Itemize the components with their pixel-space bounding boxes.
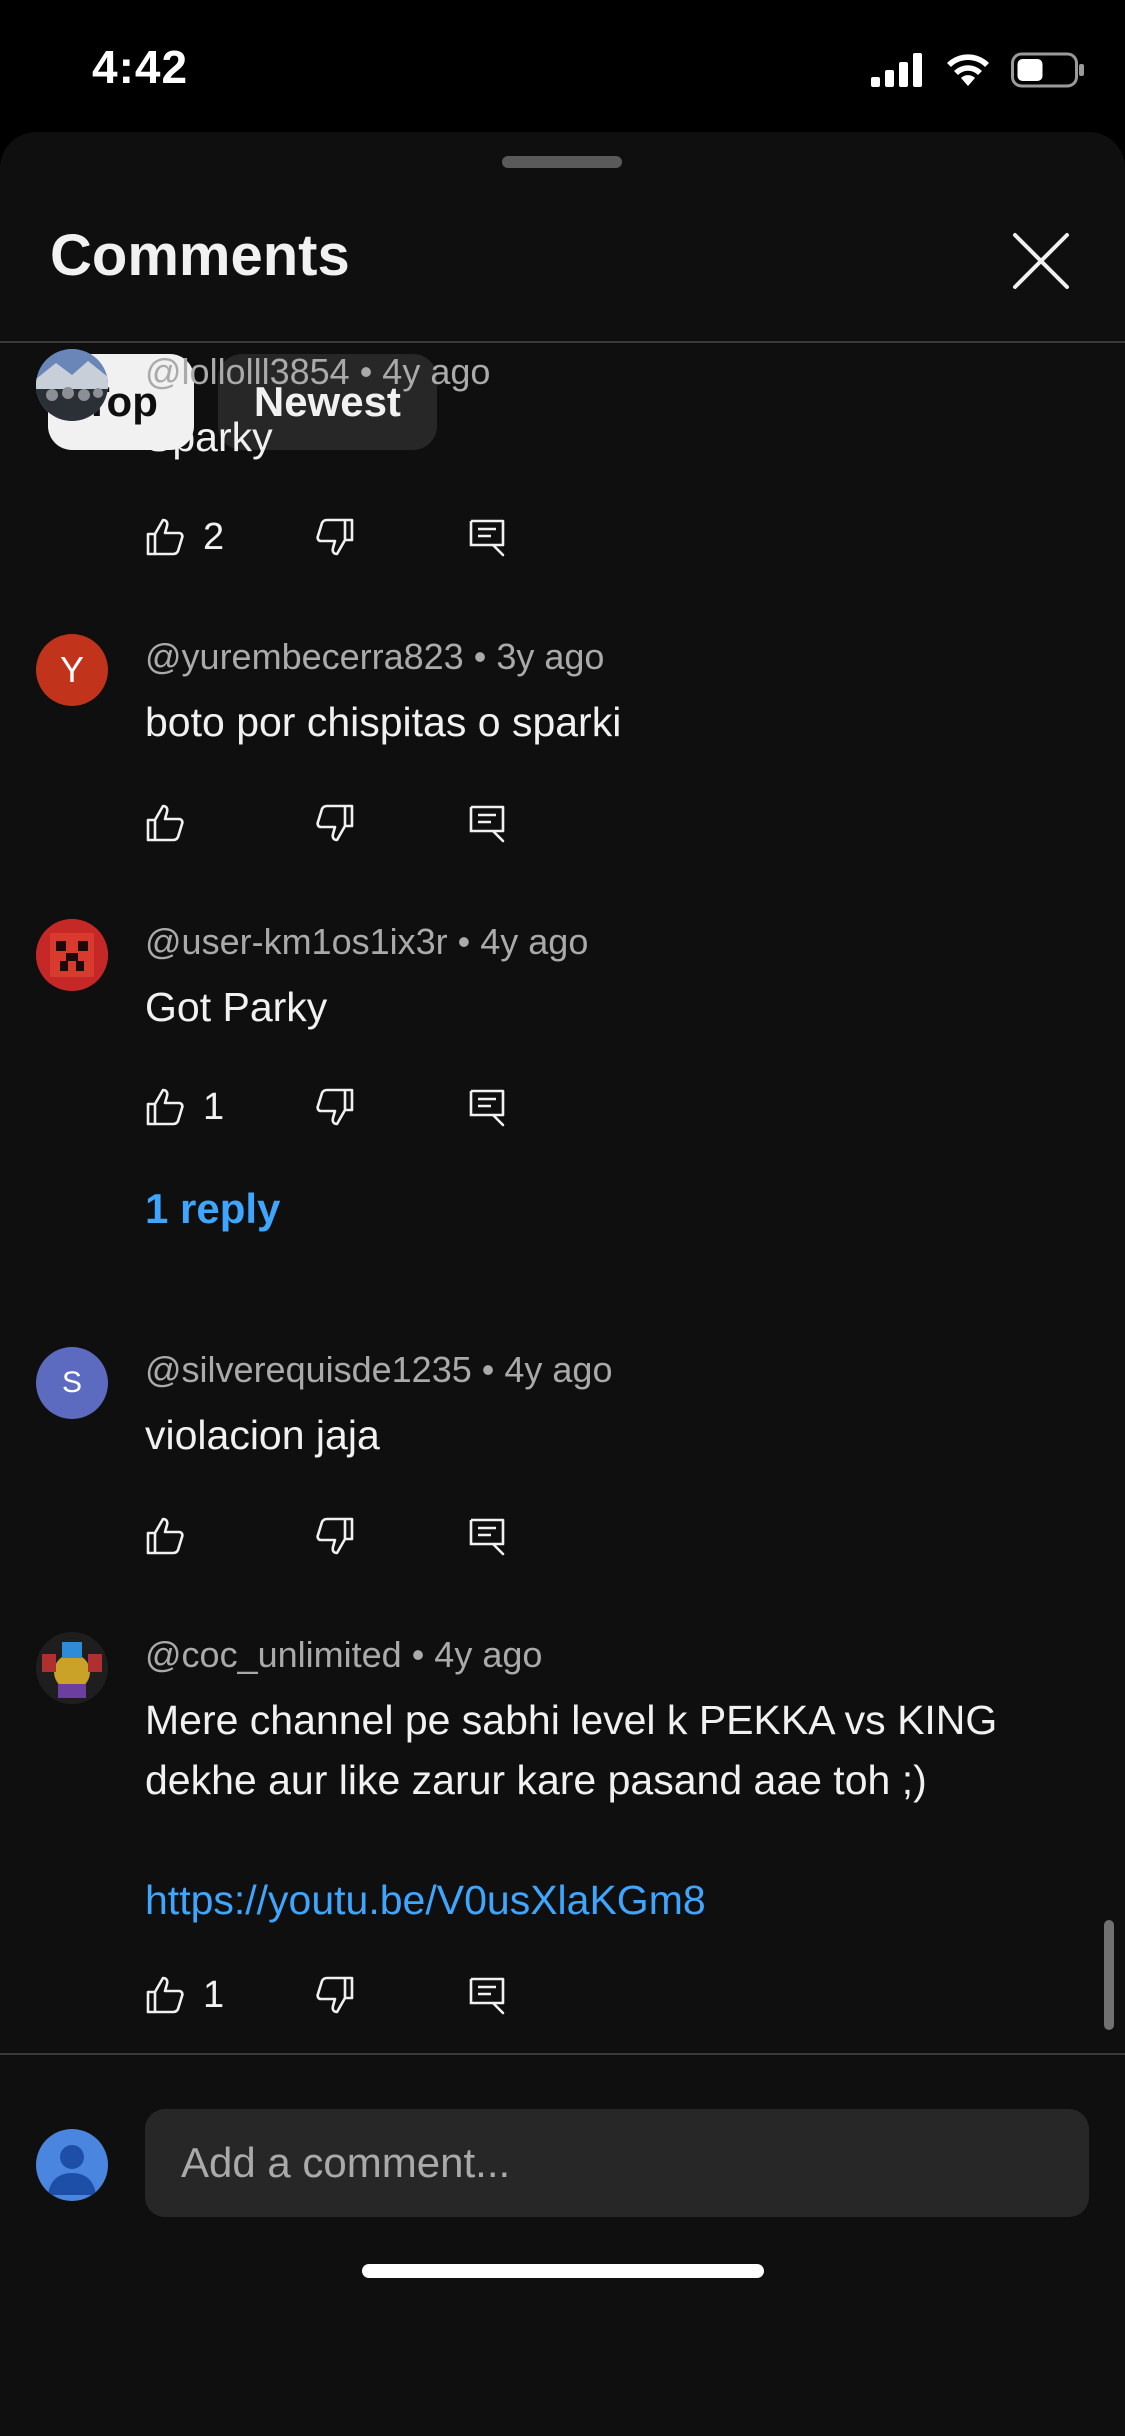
comment-author[interactable]: @yurembecerra823 <box>145 636 464 677</box>
close-button[interactable] <box>1006 226 1076 296</box>
status-bar: 4:42 <box>0 0 1125 130</box>
thumb-up-icon <box>146 1976 184 2014</box>
avatar-image-icon <box>36 349 108 421</box>
comment-link[interactable]: https://youtu.be/V0usXlaKGm8 <box>145 1870 1065 1930</box>
scrollbar[interactable] <box>1104 1920 1114 2030</box>
comment-reply-icon <box>469 1977 505 2015</box>
dislike-button[interactable] <box>315 1967 355 2023</box>
home-indicator <box>362 2264 764 2278</box>
reply-button[interactable] <box>467 795 507 851</box>
comment-text: Mere channel pe sabhi level k PEKKA vs K… <box>145 1697 998 1803</box>
comment-meta: @user-km1os1ix3r • 4y ago <box>145 921 588 963</box>
comment-reply-icon <box>469 519 505 557</box>
thumb-up-icon <box>146 518 184 556</box>
battery-icon <box>1011 52 1084 88</box>
drag-handle[interactable] <box>502 156 622 168</box>
dislike-button[interactable] <box>315 1079 355 1135</box>
user-avatar <box>36 2129 108 2201</box>
comment-author[interactable]: @coc_unlimited <box>145 1634 402 1675</box>
comment-text: boto por chispitas o sparki <box>145 699 622 745</box>
thumb-down-icon <box>316 518 354 556</box>
comment-author[interactable]: @lollolll3854 <box>145 351 350 392</box>
comment-meta: @silverequisde1235 • 4y ago <box>145 1349 612 1391</box>
reply-button[interactable] <box>467 1508 507 1564</box>
wifi-icon <box>947 54 989 86</box>
comment-text: Sparky <box>145 414 273 460</box>
sheet-title: Comments <box>50 223 350 288</box>
close-icon <box>1013 233 1069 289</box>
like-count: 1 <box>203 1973 225 2016</box>
comment-meta: @lollolll3854 • 4y ago <box>145 351 490 393</box>
avatar-letter: Y <box>59 649 84 690</box>
reply-button[interactable] <box>467 509 507 565</box>
thumb-up-icon <box>146 1517 184 1555</box>
comment-list: @lollolll3854 • 4y ago Sparky 2 Y @yurem… <box>0 343 1125 2053</box>
meta-separator: • <box>411 1634 435 1675</box>
comment-actions: 1 <box>145 1079 545 1135</box>
status-time: 4:42 <box>92 41 189 93</box>
dislike-button[interactable] <box>315 795 355 851</box>
like-button[interactable]: 1 <box>145 1079 224 1135</box>
comment-age: 4y ago <box>504 1349 613 1390</box>
comment-meta: @yurembecerra823 • 3y ago <box>145 636 604 678</box>
comment-reply-icon <box>469 805 505 843</box>
comment-author[interactable]: @silverequisde1235 <box>145 1349 472 1390</box>
thumb-down-icon <box>316 1976 354 2014</box>
meta-separator: • <box>473 636 497 677</box>
comment-text: violacion jaja <box>145 1412 380 1458</box>
comment-actions <box>145 1508 545 1564</box>
comment-meta: @coc_unlimited • 4y ago <box>145 1634 542 1676</box>
thumb-down-icon <box>316 1517 354 1555</box>
view-replies-link[interactable]: 1 reply <box>145 1185 280 1233</box>
thumb-up-icon <box>146 1088 184 1126</box>
avatar[interactable]: S <box>36 1347 108 1419</box>
dislike-button[interactable] <box>315 509 355 565</box>
comment-age: 4y ago <box>480 921 589 962</box>
cellular-signal-icon <box>871 53 922 87</box>
dislike-button[interactable] <box>315 1508 355 1564</box>
avatar-image-icon <box>36 1632 108 1704</box>
reply-button[interactable] <box>467 1079 507 1135</box>
comment-author[interactable]: @user-km1os1ix3r <box>145 921 448 962</box>
avatar-letter: S <box>61 1366 82 1399</box>
comment-actions <box>145 795 545 851</box>
meta-separator: • <box>457 921 481 962</box>
avatar-image-icon <box>36 919 108 991</box>
thumb-down-icon <box>316 804 354 842</box>
avatar[interactable] <box>36 349 108 421</box>
status-icons <box>871 48 1085 92</box>
comment-text: Got Parky <box>145 984 328 1030</box>
meta-separator: • <box>359 351 383 392</box>
like-count: 1 <box>203 1085 225 1128</box>
thumb-down-icon <box>316 1088 354 1126</box>
comment-actions: 2 <box>145 509 545 565</box>
thumb-up-icon <box>146 804 184 842</box>
like-button[interactable] <box>145 1508 185 1564</box>
avatar[interactable] <box>36 1632 108 1704</box>
reply-button[interactable] <box>467 1967 507 2023</box>
comment-age: 3y ago <box>496 636 605 677</box>
comment-age: 4y ago <box>434 1634 543 1675</box>
meta-separator: • <box>481 1349 505 1390</box>
comment-age: 4y ago <box>382 351 491 392</box>
like-button[interactable]: 1 <box>145 1967 224 2023</box>
avatar[interactable] <box>36 919 108 991</box>
comment-reply-icon <box>469 1518 505 1556</box>
comment-input[interactable] <box>145 2109 1089 2217</box>
like-button[interactable]: 2 <box>145 509 224 565</box>
avatar[interactable]: Y <box>36 634 108 706</box>
person-icon <box>48 2145 96 2195</box>
like-count: 2 <box>203 515 225 558</box>
like-button[interactable] <box>145 795 185 851</box>
comment-reply-icon <box>469 1089 505 1127</box>
comment-actions: 1 <box>145 1967 545 2023</box>
